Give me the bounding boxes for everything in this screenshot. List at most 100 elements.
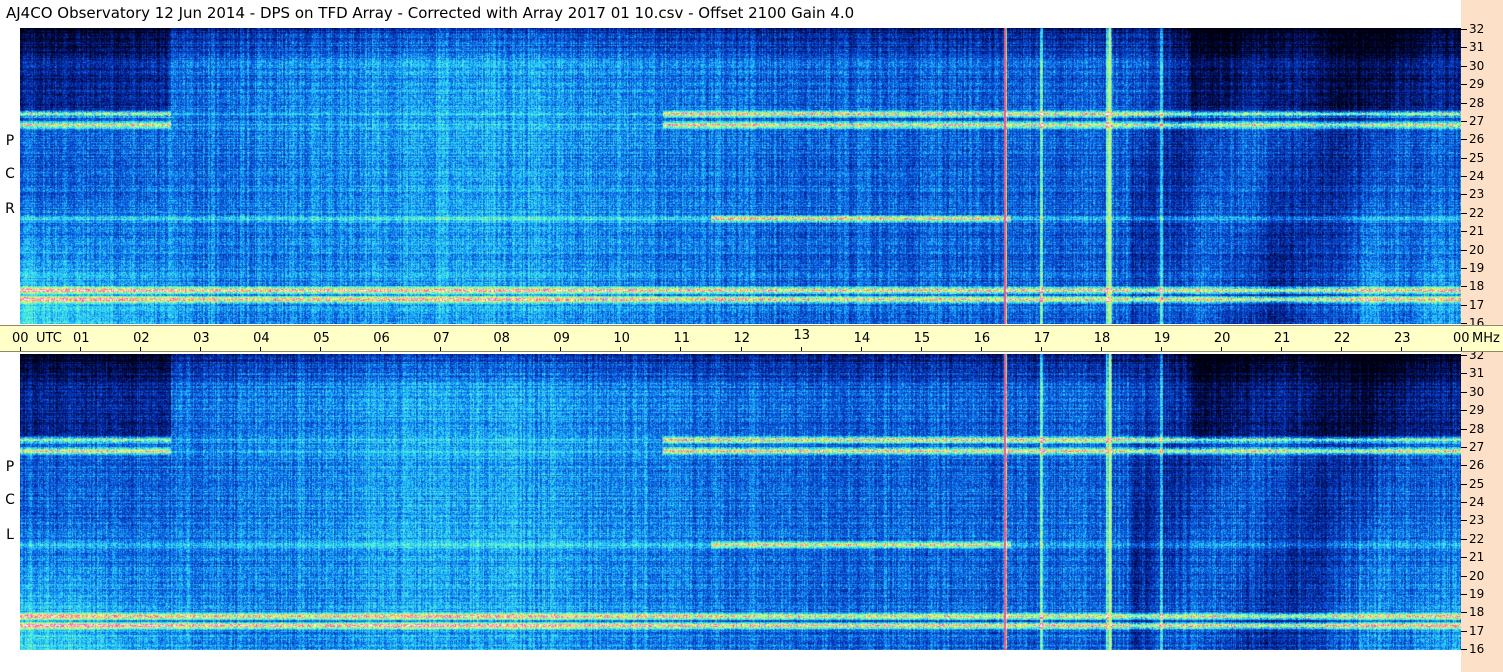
mhz-tick bbox=[1461, 593, 1467, 595]
mhz-tick bbox=[1461, 465, 1467, 467]
utc-tick-label: 19 bbox=[1153, 331, 1171, 346]
utc-tick-label: 00 bbox=[1453, 331, 1470, 346]
mhz-tick bbox=[1461, 65, 1467, 67]
mhz-tick bbox=[1461, 575, 1467, 577]
utc-tick bbox=[1461, 347, 1462, 351]
lcp-label-strip: P C L bbox=[0, 352, 20, 672]
mhz-tick bbox=[1461, 84, 1467, 86]
lcp-letter-c: C bbox=[5, 492, 15, 508]
utc-tick bbox=[620, 347, 622, 351]
mhz-tick bbox=[1461, 557, 1467, 559]
mhz-tick bbox=[1461, 157, 1467, 159]
utc-tick-label: 09 bbox=[553, 331, 570, 346]
utc-tick bbox=[560, 347, 562, 351]
mhz-tick-label: 26 bbox=[1469, 458, 1485, 473]
utc-tick-label: 21 bbox=[1273, 331, 1291, 346]
utc-tick-label: 23 bbox=[1393, 331, 1411, 346]
mhz-tick-label: 28 bbox=[1469, 95, 1485, 110]
utc-tick-label: 03 bbox=[193, 331, 210, 346]
mhz-tick bbox=[1461, 102, 1467, 104]
mhz-tick-label: 31 bbox=[1469, 40, 1485, 55]
utc-tick bbox=[740, 347, 742, 351]
mhz-tick bbox=[1461, 483, 1467, 485]
mhz-tick bbox=[1461, 29, 1467, 30]
mhz-tick-label: 27 bbox=[1469, 439, 1485, 454]
rcp-letter-r: R bbox=[5, 201, 15, 217]
utc-tick bbox=[140, 347, 142, 351]
mhz-tick-label: 25 bbox=[1469, 476, 1485, 491]
mhz-tick-label: 24 bbox=[1469, 495, 1485, 509]
utc-tick bbox=[1040, 347, 1042, 351]
mhz-tick bbox=[1461, 47, 1467, 49]
utc-tick-label: 18 bbox=[1093, 331, 1111, 346]
utc-tick-label: 10 bbox=[613, 331, 630, 346]
rcp-label-strip: P C R bbox=[0, 26, 20, 325]
utc-tick-label: 22 bbox=[1333, 331, 1351, 346]
utc-tick bbox=[1100, 347, 1102, 351]
utc-tick-label: 20 bbox=[1213, 331, 1231, 346]
utc-tick bbox=[260, 347, 262, 351]
mhz-tick-label: 22 bbox=[1469, 205, 1485, 220]
mhz-tick bbox=[1461, 231, 1467, 233]
mhz-tick-label: 21 bbox=[1469, 550, 1485, 565]
utc-tick bbox=[1340, 347, 1342, 351]
mhz-tick-label: 18 bbox=[1469, 605, 1485, 620]
rcp-heatmap-canvas bbox=[20, 28, 1461, 324]
mhz-tick bbox=[1461, 391, 1467, 393]
utc-axis: 00 01 02 03 04 05 06 07 08 09 10 11 12 13 14 15 16 17 18 19… bbox=[0, 325, 1503, 352]
mhz-tick bbox=[1461, 267, 1467, 269]
utc-tick-label: 15 bbox=[913, 331, 931, 346]
utc-tick-label: 08 bbox=[493, 331, 510, 346]
utc-tick-label: 13 bbox=[793, 328, 811, 343]
lcp-letter-l: L bbox=[6, 527, 14, 543]
utc-tick-label: 06 bbox=[373, 331, 390, 346]
mhz-tick-label: 20 bbox=[1469, 242, 1485, 257]
utc-tick-label: 05 bbox=[313, 331, 330, 346]
mhz-tick bbox=[1461, 120, 1467, 122]
utc-tick-label: 07 bbox=[433, 331, 450, 346]
mhz-tick bbox=[1461, 304, 1467, 306]
mhz-tick-label: 18 bbox=[1469, 279, 1485, 294]
utc-tick-label: 16 bbox=[973, 331, 991, 346]
mhz-tick-label: 31 bbox=[1469, 366, 1485, 381]
utc-tick bbox=[380, 347, 382, 351]
utc-tick-label: 01 bbox=[73, 331, 90, 346]
mhz-tick bbox=[1461, 212, 1467, 214]
mhz-tick-label: 17 bbox=[1469, 623, 1485, 638]
utc-tick-label: 11 bbox=[673, 331, 690, 346]
mhz-tick-label: 29 bbox=[1469, 77, 1485, 92]
utc-tick bbox=[1160, 347, 1162, 351]
mhz-tick-label: 23 bbox=[1469, 513, 1485, 528]
mhz-tick-label: 24 bbox=[1469, 169, 1485, 183]
mhz-tick bbox=[1461, 410, 1467, 412]
mhz-tick-label: 21 bbox=[1469, 224, 1485, 239]
mhz-tick bbox=[1461, 323, 1467, 324]
mhz-tick-label: 25 bbox=[1469, 150, 1485, 165]
mhz-tick bbox=[1461, 612, 1467, 614]
mhz-unit-label: MHz bbox=[1472, 331, 1500, 346]
utc-tick bbox=[1220, 347, 1222, 351]
mhz-tick-label: 29 bbox=[1469, 403, 1485, 418]
mhz-tick-label: 19 bbox=[1469, 586, 1485, 601]
mhz-tick bbox=[1461, 176, 1467, 177]
utc-tick-label: 04 bbox=[253, 331, 270, 346]
utc-tick bbox=[680, 347, 682, 351]
mhz-tick-label: 27 bbox=[1469, 113, 1485, 128]
utc-tick bbox=[20, 347, 21, 351]
utc-tick bbox=[320, 347, 322, 351]
mhz-tick bbox=[1461, 446, 1467, 448]
utc-tick bbox=[980, 347, 982, 351]
utc-tick bbox=[920, 347, 922, 351]
mhz-tick-label: 19 bbox=[1469, 260, 1485, 275]
utc-tick-label: 17 bbox=[1033, 331, 1051, 346]
window-title: AJ4CO Observatory 12 Jun 2014 - DPS on T… bbox=[0, 0, 1461, 26]
mhz-tick bbox=[1461, 502, 1467, 503]
utc-tick bbox=[860, 347, 862, 351]
utc-tick bbox=[500, 347, 502, 351]
mhz-tick bbox=[1461, 373, 1467, 375]
utc-tick bbox=[200, 347, 202, 351]
utc-tick bbox=[800, 347, 802, 351]
mhz-tick bbox=[1461, 630, 1467, 632]
mhz-tick-label: 22 bbox=[1469, 531, 1485, 546]
utc-tick-label: 02 bbox=[133, 331, 150, 346]
